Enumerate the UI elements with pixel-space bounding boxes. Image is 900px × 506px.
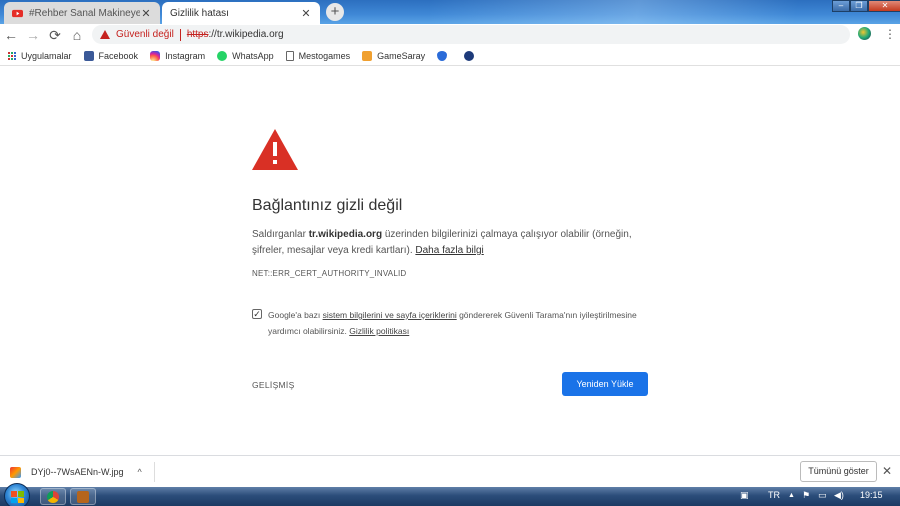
page-icon — [285, 50, 294, 61]
chrome-menu-icon[interactable]: ⋮ — [884, 25, 896, 43]
download-filename: DYj0--7WsAENn-W.jpg — [31, 467, 124, 477]
action-center-icon[interactable]: ▣ — [740, 490, 749, 501]
url-host: ://tr.wikipedia.org — [208, 29, 284, 40]
tab-title: #Rehber Sanal Makineye Windows — [29, 7, 140, 19]
bookmark-gamesaray[interactable]: GameSaray — [362, 50, 426, 61]
advanced-button[interactable]: GELİŞMİŞ — [252, 380, 295, 390]
app-icon — [77, 491, 89, 503]
safe-browsing-optin: ✓ Google'a bazı sistem bilgilerini ve sa… — [252, 307, 652, 339]
browser-toolbar: ← → ⟳ ⌂ Güvenli değil https ://tr.wikipe… — [0, 24, 900, 46]
taskbar: ▣ TR ▲ ⚑ ▭ ◀) 19:15 — [0, 483, 900, 506]
bookmark-label: Instagram — [165, 50, 206, 61]
tray-expand-icon[interactable]: ▲ — [788, 492, 795, 499]
volume-icon[interactable]: ◀) — [834, 490, 844, 501]
download-bar-close-icon[interactable]: ✕ — [882, 464, 892, 478]
new-tab-button[interactable]: + — [326, 3, 344, 21]
warning-triangle-icon — [252, 129, 298, 170]
reload-page-button[interactable]: Yeniden Yükle — [562, 372, 648, 396]
bookmarks-bar: Uygulamalar Facebook Instagram WhatsApp … — [0, 46, 900, 66]
language-indicator[interactable]: TR — [768, 490, 780, 500]
info-icon — [464, 50, 475, 61]
bookmark-shield[interactable] — [437, 50, 452, 61]
address-bar[interactable]: Güvenli değil https ://tr.wikipedia.org … — [92, 25, 850, 44]
tab-close-icon[interactable]: ✕ — [140, 7, 152, 20]
windows-logo-icon — [11, 491, 25, 503]
taskbar-chrome[interactable] — [40, 488, 66, 505]
home-button[interactable]: ⌂ — [66, 24, 88, 46]
bookmark-label: GameSaray — [377, 50, 426, 61]
optin-text: Google'a bazı sistem bilgilerini ve sayf… — [268, 307, 652, 339]
forward-button[interactable]: → — [22, 24, 44, 46]
taskbar-app[interactable] — [70, 488, 96, 505]
minimize-button[interactable]: – — [832, 0, 850, 12]
bookmark-mestogames[interactable]: Mestogames — [285, 50, 351, 61]
bookmark-label: Facebook — [98, 50, 139, 61]
tab-close-icon[interactable]: ✕ — [300, 7, 312, 20]
desc-text: Saldırganlar — [252, 229, 309, 240]
flag-icon[interactable]: ⚑ — [802, 490, 810, 501]
download-bar: DYj0--7WsAENn-W.jpg ^ Tümünü göster ✕ — [0, 455, 900, 487]
download-item[interactable]: DYj0--7WsAENn-W.jpg ^ — [10, 463, 142, 481]
bookmark-label: Uygulamalar — [21, 50, 72, 61]
url-scheme: https — [186, 29, 209, 40]
bookmark-instagram[interactable]: Instagram — [150, 50, 206, 61]
bookmark-apps[interactable]: Uygulamalar — [8, 51, 72, 61]
facebook-icon — [83, 50, 94, 61]
error-title: Bağlantınız gizli değil — [252, 197, 403, 214]
bookmark-label: Mestogames — [298, 50, 351, 61]
chevron-up-icon[interactable]: ^ — [138, 467, 142, 477]
shield-icon — [437, 50, 448, 61]
whatsapp-icon — [217, 50, 228, 61]
tab-title: Gizlilik hatası — [170, 7, 229, 19]
window-controls: – ❐ ✕ — [832, 0, 900, 12]
not-secure-label[interactable]: Güvenli değil — [116, 29, 174, 40]
error-description: Saldırganlar tr.wikipedia.org üzerinden … — [252, 227, 647, 259]
tab-youtube[interactable]: #Rehber Sanal Makineye Windows ✕ — [4, 2, 160, 24]
image-file-icon — [10, 466, 21, 478]
optin-text-part: Google'a bazı — [268, 310, 323, 320]
clock[interactable]: 19:15 — [860, 490, 883, 500]
apps-icon — [8, 51, 16, 60]
gamesaray-icon — [362, 50, 373, 61]
system-info-link[interactable]: sistem bilgilerini ve sayfa içeriklerini — [323, 310, 457, 320]
error-code: NET::ERR_CERT_AUTHORITY_INVALID — [252, 269, 407, 278]
reload-button[interactable]: ⟳ — [44, 24, 66, 46]
show-all-downloads-button[interactable]: Tümünü göster — [800, 461, 877, 482]
chrome-icon — [47, 491, 59, 503]
tab-privacy-error[interactable]: Gizlilik hatası ✕ — [162, 2, 320, 24]
desc-domain: tr.wikipedia.org — [308, 229, 383, 240]
error-page: Bağlantınız gizli değil Saldırganlar tr.… — [0, 67, 900, 455]
instagram-icon — [150, 50, 161, 61]
profile-avatar[interactable] — [858, 27, 871, 40]
not-secure-warning-icon — [100, 30, 110, 39]
bookmark-label: WhatsApp — [232, 50, 274, 61]
bookmark-info[interactable] — [464, 50, 479, 61]
privacy-policy-link[interactable]: Gizlilik politikası — [349, 326, 409, 336]
bookmark-whatsapp[interactable]: WhatsApp — [217, 50, 274, 61]
window-close-button[interactable]: ✕ — [868, 0, 900, 12]
title-bar: #Rehber Sanal Makineye Windows ✕ Gizlili… — [0, 0, 900, 24]
bookmark-facebook[interactable]: Facebook — [83, 50, 139, 61]
back-button[interactable]: ← — [0, 24, 22, 46]
network-icon[interactable]: ▭ — [818, 490, 827, 501]
maximize-button[interactable]: ❐ — [850, 0, 868, 12]
optin-checkbox[interactable]: ✓ — [252, 309, 262, 319]
youtube-icon — [12, 9, 23, 17]
learn-more-link[interactable]: Daha fazla bilgi — [415, 245, 483, 256]
